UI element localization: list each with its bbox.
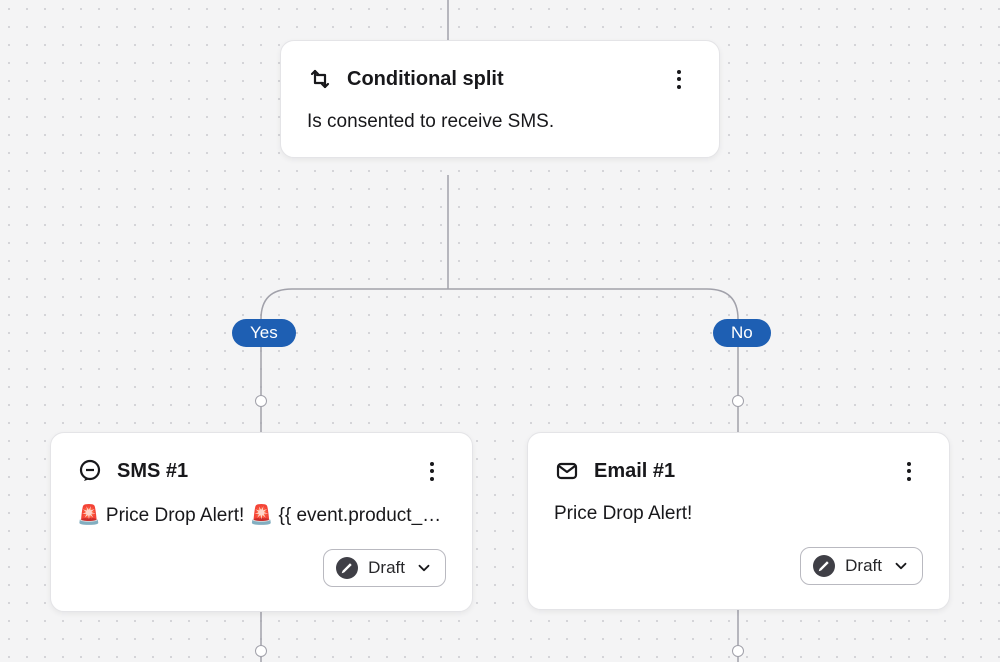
chevron-down-icon bbox=[892, 557, 910, 575]
sms-menu-button[interactable] bbox=[418, 457, 446, 485]
branch-no-pill: No bbox=[713, 319, 771, 347]
sms-icon bbox=[77, 458, 103, 484]
sms-node-card[interactable]: SMS #1 🚨 Price Drop Alert! 🚨 {{ event.pr… bbox=[50, 432, 473, 612]
sms-status-dropdown[interactable]: Draft bbox=[323, 549, 446, 587]
conditional-menu-button[interactable] bbox=[665, 65, 693, 93]
conditional-split-card[interactable]: Conditional split Is consented to receiv… bbox=[280, 40, 720, 158]
email-status-label: Draft bbox=[845, 556, 882, 576]
email-menu-button[interactable] bbox=[895, 457, 923, 485]
draft-icon bbox=[336, 557, 358, 579]
sms-preview: 🚨 Price Drop Alert! 🚨 {{ event.product_n… bbox=[77, 503, 446, 527]
connector-node bbox=[732, 395, 744, 407]
kebab-icon bbox=[907, 462, 911, 481]
connector-node bbox=[255, 645, 267, 657]
split-icon bbox=[307, 66, 333, 92]
branch-yes-pill: Yes bbox=[232, 319, 296, 347]
email-icon bbox=[554, 458, 580, 484]
email-preview: Price Drop Alert! bbox=[554, 503, 923, 525]
kebab-icon bbox=[677, 70, 681, 89]
conditional-description: Is consented to receive SMS. bbox=[307, 111, 693, 133]
kebab-icon bbox=[430, 462, 434, 481]
connector-node bbox=[732, 645, 744, 657]
sms-title: SMS #1 bbox=[117, 460, 404, 483]
connector-node bbox=[255, 395, 267, 407]
email-title: Email #1 bbox=[594, 460, 881, 483]
sms-status-label: Draft bbox=[368, 558, 405, 578]
conditional-title: Conditional split bbox=[347, 68, 651, 91]
draft-icon bbox=[813, 555, 835, 577]
chevron-down-icon bbox=[415, 559, 433, 577]
email-status-dropdown[interactable]: Draft bbox=[800, 547, 923, 585]
email-node-card[interactable]: Email #1 Price Drop Alert! Draft bbox=[527, 432, 950, 610]
